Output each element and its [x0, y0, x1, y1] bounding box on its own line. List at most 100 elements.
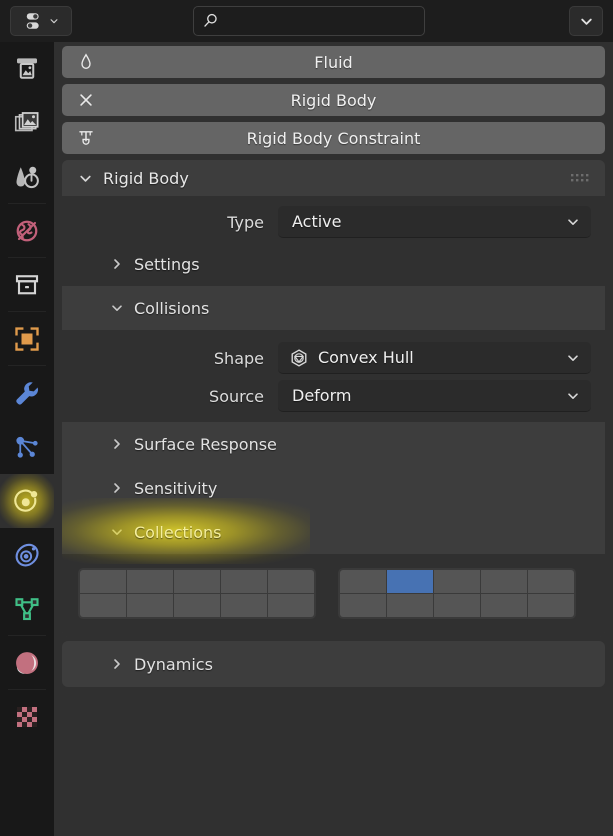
collection-cell[interactable] [340, 570, 386, 593]
collection-cell[interactable] [268, 594, 314, 617]
editor-type-selector[interactable] [10, 6, 72, 36]
physics-button-fluid[interactable]: Fluid [62, 46, 605, 78]
rigid-body-panel-body: Type Active Settings Collisions Shape Co… [62, 196, 605, 637]
search-icon [204, 13, 217, 27]
collection-cell[interactable] [340, 594, 386, 617]
collection-grid-group-b [338, 568, 576, 619]
search-input[interactable] [224, 13, 414, 29]
chevron-down-icon [568, 392, 578, 399]
constraint-hook-icon [79, 131, 93, 145]
collection-cell[interactable] [127, 570, 173, 593]
collection-cell[interactable] [528, 594, 574, 617]
collection-cell[interactable] [387, 594, 433, 617]
shape-dropdown[interactable]: Convex Hull [278, 342, 591, 374]
collection-cell[interactable] [528, 570, 574, 593]
properties-editor-icon [26, 13, 39, 29]
drag-grip-icon[interactable] [571, 173, 591, 183]
mesh-hexagon-icon [291, 348, 307, 367]
physics-button-rigid-body[interactable]: Rigid Body [62, 84, 605, 116]
collection-cell[interactable] [434, 570, 480, 593]
droplet-icon [81, 53, 91, 70]
subpanel-collisions[interactable]: Collisions [62, 286, 605, 330]
chevron-right-icon [114, 659, 120, 669]
page-title: Rigid Body [103, 168, 189, 188]
collection-cell[interactable] [481, 594, 527, 617]
source-row: Source Deform [62, 378, 605, 414]
object-square-icon [15, 327, 39, 351]
source-value: Deform [292, 386, 352, 405]
properties-tab-strip [0, 42, 54, 836]
subpanel-label: Settings [134, 254, 200, 274]
chevron-down-icon [568, 218, 578, 225]
sidebar-item-object[interactable] [0, 312, 54, 366]
blender-properties-editor: Fluid Rigid Body Rigid Body Constraint R… [0, 0, 613, 836]
sidebar-item-render[interactable] [0, 42, 54, 96]
collection-cell[interactable] [174, 570, 220, 593]
sidebar-item-data[interactable] [0, 582, 54, 636]
box-icon [15, 275, 39, 295]
subpanel-dynamics[interactable]: Dynamics [62, 641, 605, 687]
subpanel-label: Dynamics [134, 654, 213, 674]
subpanel-label: Sensitivity [134, 478, 218, 498]
globe-icon [16, 220, 38, 242]
type-dropdown[interactable]: Active [278, 206, 591, 238]
collection-cell-selected[interactable] [387, 570, 433, 593]
collection-cell[interactable] [80, 594, 126, 617]
editor-options-menu[interactable] [569, 6, 603, 36]
sidebar-item-physics[interactable] [0, 474, 54, 528]
source-label: Source [209, 386, 264, 406]
physics-buttons-list: Fluid Rigid Body Rigid Body Constraint [54, 42, 613, 154]
collection-cell[interactable] [221, 594, 267, 617]
sidebar-item-texture[interactable] [0, 690, 54, 744]
chevron-right-icon [114, 483, 120, 493]
shape-value: Convex Hull [318, 348, 414, 367]
collection-cell[interactable] [80, 570, 126, 593]
rigid-body-panel: Rigid Body Type Active Settings Collisio… [62, 160, 605, 637]
collection-cell[interactable] [268, 570, 314, 593]
subpanel-settings[interactable]: Settings [62, 242, 605, 286]
checker-icon [17, 707, 37, 727]
collection-cell[interactable] [221, 570, 267, 593]
sidebar-item-collection[interactable] [0, 258, 54, 312]
sidebar-item-modifiers[interactable] [0, 366, 54, 420]
chevron-down-icon [580, 18, 592, 25]
physics-button-label: Fluid [314, 52, 353, 72]
collection-cell[interactable] [481, 570, 527, 593]
physics-button-label: Rigid Body Constraint [246, 128, 421, 148]
sidebar-item-particles[interactable] [0, 420, 54, 474]
collection-cell[interactable] [174, 594, 220, 617]
collection-grid-group-a [78, 568, 316, 619]
source-dropdown[interactable]: Deform [278, 380, 591, 412]
images-stack-icon [14, 112, 39, 132]
shape-label: Shape [213, 348, 264, 368]
type-label: Type [227, 212, 264, 232]
particles-icon [16, 436, 38, 458]
sidebar-item-material[interactable] [0, 636, 54, 690]
chevron-down-icon [112, 529, 122, 535]
mesh-data-icon [15, 598, 39, 621]
collisions-content: Shape Convex Hull Source Deform [62, 330, 605, 414]
rigid-body-panel-header[interactable]: Rigid Body [62, 160, 605, 196]
subpanel-collections[interactable]: Collections [62, 498, 605, 564]
physics-button-label: Rigid Body [290, 90, 377, 110]
shape-row: Shape Convex Hull [62, 340, 605, 376]
chevron-right-icon [114, 259, 120, 269]
subpanel-label: Surface Response [134, 434, 277, 454]
subpanel-label: Collisions [134, 298, 210, 318]
sidebar-item-view-layer[interactable] [0, 150, 54, 204]
collision-collections-grids [62, 554, 605, 633]
x-icon [80, 94, 92, 106]
subpanel-sensitivity[interactable]: Sensitivity [62, 466, 605, 510]
properties-region: Fluid Rigid Body Rigid Body Constraint R… [54, 42, 613, 836]
physics-orbit-icon [14, 489, 38, 512]
subpanel-surface-response[interactable]: Surface Response [62, 422, 605, 466]
sidebar-item-world[interactable] [0, 204, 54, 258]
chevron-down-icon [80, 175, 91, 182]
search-field[interactable] [193, 6, 425, 36]
sidebar-item-constraints[interactable] [0, 528, 54, 582]
physics-button-rigid-body-constraint[interactable]: Rigid Body Constraint [62, 122, 605, 154]
type-value: Active [292, 212, 342, 231]
collection-cell[interactable] [127, 594, 173, 617]
sidebar-item-output[interactable] [0, 96, 54, 150]
collection-cell[interactable] [434, 594, 480, 617]
